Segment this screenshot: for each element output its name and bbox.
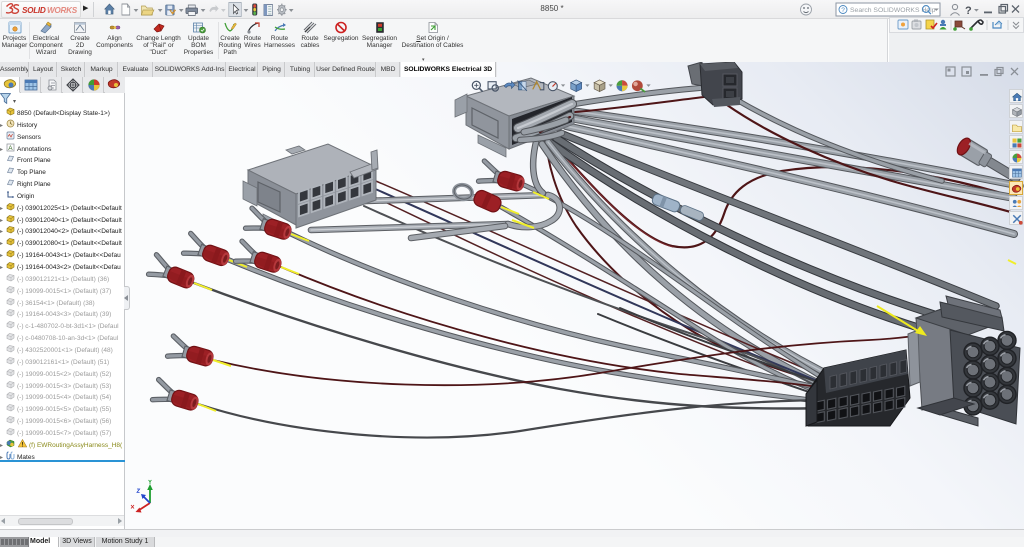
svg-text:A: A <box>8 145 13 152</box>
svg-text:?: ? <box>841 7 845 14</box>
svg-text:WORKS: WORKS <box>47 6 78 15</box>
svg-text:SOLID: SOLID <box>22 6 46 15</box>
svg-text:?: ? <box>965 5 972 17</box>
